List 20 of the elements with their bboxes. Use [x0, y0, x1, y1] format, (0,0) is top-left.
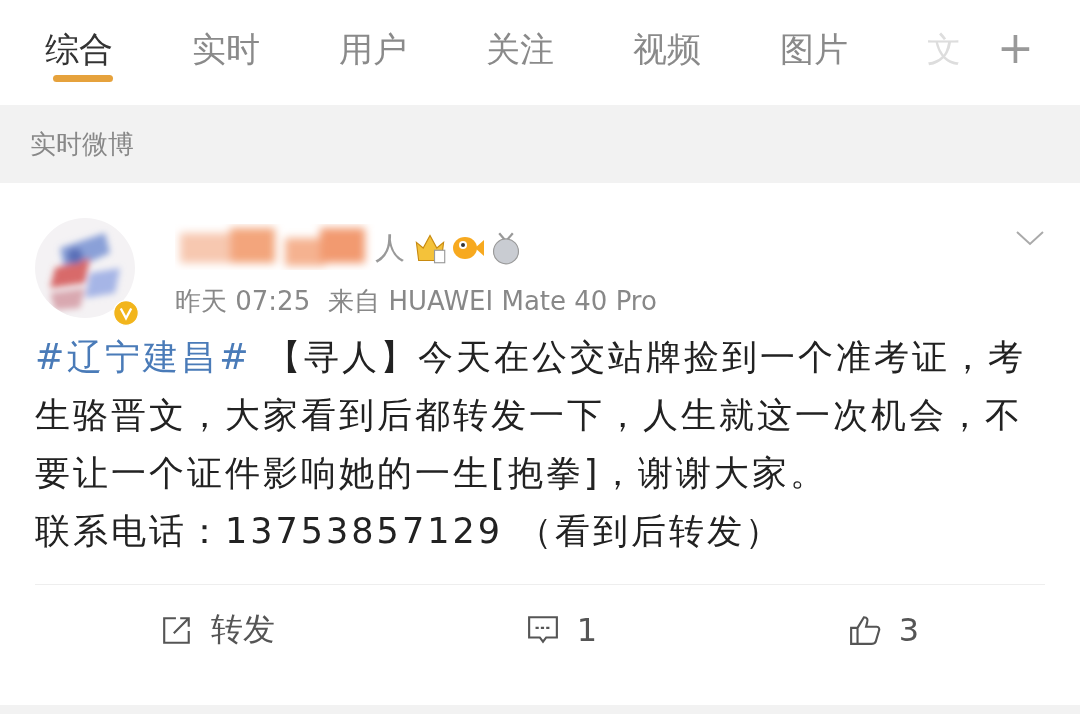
- repost-button[interactable]: 转发: [160, 608, 275, 652]
- tab[interactable]: 视频: [633, 26, 780, 79]
- tab[interactable]: 综合: [45, 26, 192, 79]
- share-icon: [160, 614, 193, 646]
- comment-button[interactable]: 1: [526, 611, 597, 649]
- post-time: 昨天 07:25: [175, 285, 311, 318]
- tab[interactable]: 图片: [780, 26, 927, 79]
- tab[interactable]: 关注: [486, 26, 633, 79]
- add-tab-button[interactable]: +: [997, 22, 1034, 73]
- thumbs-up-icon: [848, 614, 881, 646]
- comment-icon: [526, 614, 559, 646]
- hashtag-link[interactable]: #辽宁建昌#: [35, 337, 252, 377]
- post-source: 来自 HUAWEI Mate 40 Pro: [328, 285, 657, 318]
- tab[interactable]: 用户: [339, 26, 486, 79]
- like-button[interactable]: 3: [848, 611, 920, 649]
- section-title: 实时微博: [30, 127, 134, 161]
- chevron-down-icon[interactable]: [1015, 230, 1045, 246]
- tab[interactable]: 实时: [192, 26, 339, 79]
- author-name[interactable]: 人: [375, 227, 405, 269]
- post-text: #辽宁建昌# 【寻人】今天在公交站牌捡到一个准考证，考生骆晋文，大家看到后都转发一下，人生就这一次机会，不要让一个证件影响她的一生[抱拳]，谢谢大家。 联系电话：13753857129 （看到后转发）: [35, 336, 1027, 553]
